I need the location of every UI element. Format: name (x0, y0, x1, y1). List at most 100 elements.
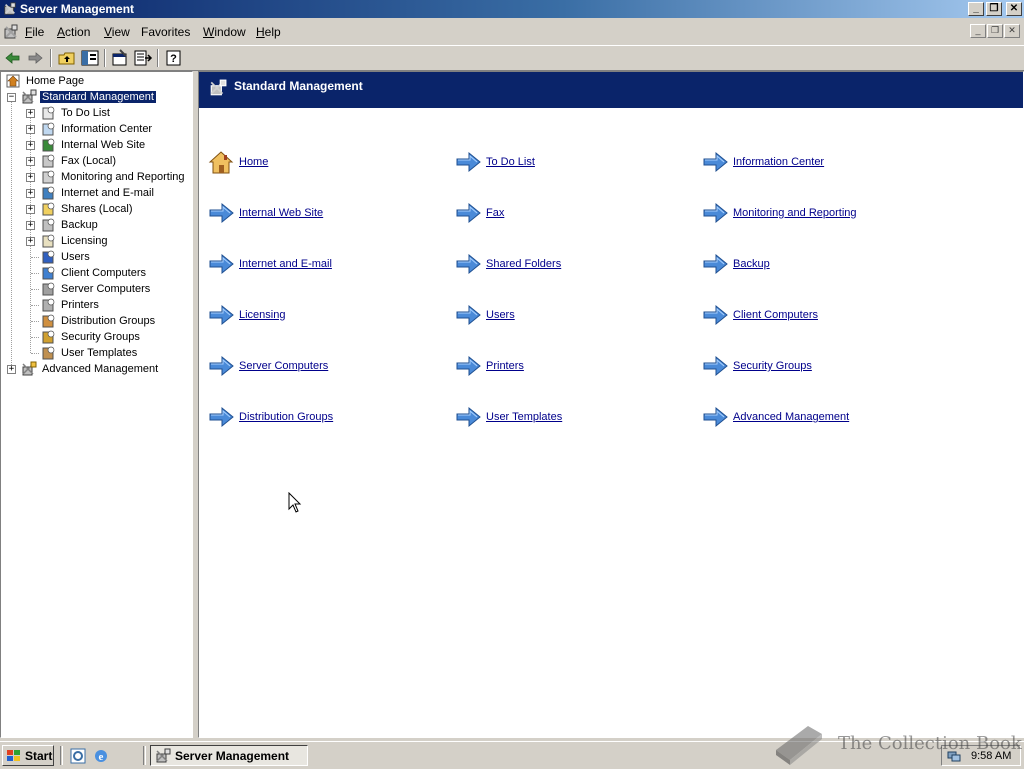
tree-item-user-templates[interactable]: User Templates (40, 345, 139, 361)
taskpad-link-text[interactable]: Shared Folders (486, 258, 561, 270)
expand-toggle[interactable]: + (26, 237, 35, 246)
taskpad-link-fax[interactable]: Fax (454, 199, 504, 227)
taskpad-link-text[interactable]: Distribution Groups (239, 411, 333, 423)
taskpad-link-shared-folders[interactable]: Shared Folders (454, 250, 561, 278)
console-tree[interactable]: Home Page − Standard Management + To Do L… (0, 71, 193, 738)
expand-toggle[interactable]: + (26, 141, 35, 150)
expand-toggle[interactable]: + (7, 365, 16, 374)
help-icon[interactable]: ? (164, 49, 184, 67)
child-close-button[interactable]: ✕ (1004, 24, 1020, 38)
taskpad-link-home[interactable]: Home (207, 148, 268, 176)
taskpad-link-text[interactable]: Fax (486, 207, 504, 219)
tree-item-security-groups[interactable]: Security Groups (40, 329, 142, 345)
taskpad-link-internal-web-site[interactable]: Internal Web Site (207, 199, 323, 227)
arrow-right-icon[interactable] (701, 250, 729, 278)
tree-item-licensing[interactable]: Licensing (40, 233, 109, 249)
arrow-right-icon[interactable] (454, 148, 482, 176)
child-minimize-button[interactable]: _ (970, 24, 986, 38)
taskpad-link-text[interactable]: Client Computers (733, 309, 818, 321)
taskpad-link-text[interactable]: Printers (486, 360, 524, 372)
taskpad-link-text[interactable]: Users (486, 309, 515, 321)
arrow-right-icon[interactable] (454, 301, 482, 329)
server-management-quicklaunch-icon[interactable] (69, 747, 87, 765)
taskpad-link-text[interactable]: Advanced Management (733, 411, 849, 423)
export-list-icon[interactable] (133, 49, 153, 67)
taskpad-link-text[interactable]: Licensing (239, 309, 285, 321)
tree-item-backup[interactable]: Backup (40, 217, 100, 233)
arrow-right-icon[interactable] (701, 403, 729, 431)
expand-toggle[interactable]: + (26, 173, 35, 182)
menu-favorites[interactable]: Favorites (141, 25, 190, 39)
taskpad-link-text[interactable]: Home (239, 156, 268, 168)
menu-window[interactable]: Window (203, 25, 246, 39)
tree-item-shares[interactable]: Shares (Local) (40, 201, 135, 217)
taskpad-link-client-computers[interactable]: Client Computers (701, 301, 818, 329)
taskpad-link-users[interactable]: Users (454, 301, 515, 329)
tree-item-standard-management[interactable]: Standard Management (21, 89, 157, 105)
taskpad-link-distribution-groups[interactable]: Distribution Groups (207, 403, 333, 431)
tree-item-internet-email[interactable]: Internet and E-mail (40, 185, 156, 201)
properties-icon[interactable] (110, 49, 130, 67)
home-icon[interactable] (207, 148, 235, 176)
expand-toggle[interactable]: + (26, 157, 35, 166)
menu-view[interactable]: View (104, 25, 130, 39)
start-button[interactable]: Start (2, 745, 54, 766)
expand-toggle[interactable]: + (26, 221, 35, 230)
arrow-right-icon[interactable] (207, 352, 235, 380)
close-button[interactable]: ✕ (1006, 2, 1022, 16)
tree-item-monitoring-reporting[interactable]: Monitoring and Reporting (40, 169, 187, 185)
taskbar-button-server-management[interactable]: Server Management (150, 745, 308, 766)
internet-explorer-icon[interactable]: e (92, 747, 110, 765)
arrow-right-icon[interactable] (701, 301, 729, 329)
tree-item-fax[interactable]: Fax (Local) (40, 153, 118, 169)
tree-item-distribution-groups[interactable]: Distribution Groups (40, 313, 157, 329)
taskpad-link-monitoring-and-reporting[interactable]: Monitoring and Reporting (701, 199, 857, 227)
child-restore-button[interactable]: ❐ (987, 24, 1003, 38)
taskpad-link-server-computers[interactable]: Server Computers (207, 352, 328, 380)
tree-item-home-page[interactable]: Home Page (5, 73, 86, 89)
taskpad-link-security-groups[interactable]: Security Groups (701, 352, 812, 380)
arrow-right-icon[interactable] (207, 301, 235, 329)
taskpad-link-text[interactable]: To Do List (486, 156, 535, 168)
taskpad-link-text[interactable]: Internet and E-mail (239, 258, 332, 270)
expand-toggle[interactable]: + (26, 125, 35, 134)
show-hide-tree-icon[interactable] (80, 49, 100, 67)
tree-item-internal-web-site[interactable]: Internal Web Site (40, 137, 147, 153)
up-one-level-icon[interactable] (57, 49, 77, 67)
arrow-right-icon[interactable] (701, 352, 729, 380)
tree-item-server-computers[interactable]: Server Computers (40, 281, 152, 297)
tree-item-printers[interactable]: Printers (40, 297, 101, 313)
taskpad-link-backup[interactable]: Backup (701, 250, 770, 278)
taskpad-link-advanced-management[interactable]: Advanced Management (701, 403, 849, 431)
tree-item-users[interactable]: Users (40, 249, 92, 265)
expand-toggle[interactable]: + (26, 205, 35, 214)
collapse-toggle[interactable]: − (7, 93, 16, 102)
title-bar[interactable]: Server Management _ ❐ ✕ (0, 0, 1024, 18)
arrow-right-icon[interactable] (701, 148, 729, 176)
taskpad-link-text[interactable]: Information Center (733, 156, 824, 168)
arrow-right-icon[interactable] (207, 250, 235, 278)
taskpad-link-text[interactable]: Monitoring and Reporting (733, 207, 857, 219)
taskpad-link-internet-and-e-mail[interactable]: Internet and E-mail (207, 250, 332, 278)
arrow-right-icon[interactable] (207, 199, 235, 227)
taskpad-link-printers[interactable]: Printers (454, 352, 524, 380)
taskpad-link-text[interactable]: Server Computers (239, 360, 328, 372)
tree-item-client-computers[interactable]: Client Computers (40, 265, 148, 281)
taskpad-link-text[interactable]: Backup (733, 258, 770, 270)
arrow-right-icon[interactable] (454, 403, 482, 431)
menu-file[interactable]: File (25, 25, 44, 39)
tree-item-advanced-management[interactable]: Advanced Management (21, 361, 160, 377)
taskpad-link-licensing[interactable]: Licensing (207, 301, 285, 329)
arrow-right-icon[interactable] (454, 199, 482, 227)
menu-help[interactable]: Help (256, 25, 281, 39)
taskpad-link-information-center[interactable]: Information Center (701, 148, 824, 176)
mmc-child-window-icon[interactable] (3, 24, 19, 40)
taskpad-link-user-templates[interactable]: User Templates (454, 403, 562, 431)
minimize-button[interactable]: _ (968, 2, 984, 16)
expand-toggle[interactable]: + (26, 109, 35, 118)
tree-item-information-center[interactable]: Information Center (40, 121, 154, 137)
forward-arrow-icon[interactable] (25, 49, 45, 67)
arrow-right-icon[interactable] (701, 199, 729, 227)
arrow-right-icon[interactable] (207, 403, 235, 431)
taskpad-link-text[interactable]: User Templates (486, 411, 562, 423)
